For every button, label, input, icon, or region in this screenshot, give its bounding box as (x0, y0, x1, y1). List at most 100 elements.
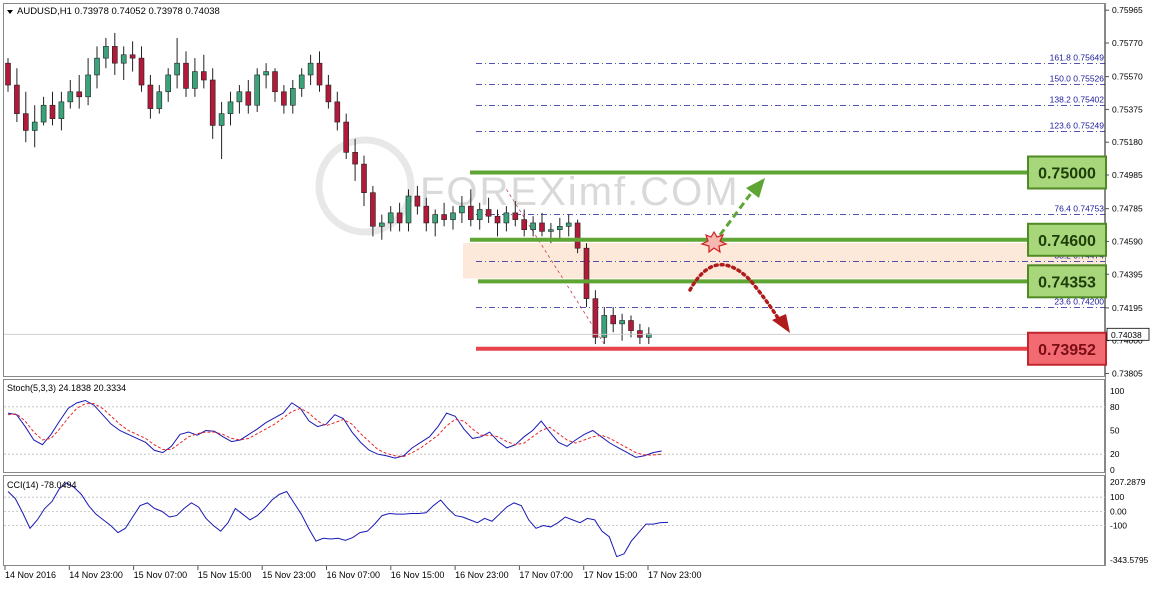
candle-body-bear (512, 212, 519, 220)
candle-body-bull (548, 229, 554, 232)
candle-body-bull (254, 74, 260, 106)
candle-body-bear (441, 214, 447, 220)
candle-body-bear (628, 320, 634, 331)
candle-body-bear (494, 215, 501, 224)
time-tick-label: 16 Nov 15:00 (391, 570, 445, 580)
price-tick-label: 0.75570 (1112, 72, 1143, 82)
candle-body-bull (85, 74, 91, 98)
candle-body-bear (245, 91, 252, 106)
candle-body-bull (450, 212, 456, 220)
candle-body-bear (334, 101, 341, 123)
candle-body-bear (592, 298, 599, 338)
candle-body-bear (272, 71, 278, 93)
candle-body-bull (405, 195, 412, 224)
fib-label: 138.2 0.75402 (1050, 95, 1105, 105)
price-tick-label: 0.75965 (1112, 5, 1143, 15)
price-tick-label: 0.74985 (1112, 170, 1143, 180)
candle-body-bull (565, 222, 572, 227)
time-tick-label: 17 Nov 23:00 (648, 570, 702, 580)
candle-body-bull (31, 121, 38, 131)
chart-header: AUDUSD,H1 0.73978 0.74052 0.73978 0.7403… (17, 6, 220, 17)
candle-body-bear (281, 91, 287, 106)
candle-body-bear (467, 205, 474, 220)
candle-body-bear (539, 222, 545, 232)
candle-body-bull (218, 113, 225, 126)
stoch-tick-label: 0 (1110, 465, 1115, 475)
time-tick-label: 16 Nov 23:00 (455, 570, 509, 580)
candle-body-bear (610, 315, 617, 325)
candle-body-bull (67, 91, 74, 103)
candle-body-bear (396, 212, 403, 224)
level-price-label: 0.74353 (1038, 274, 1096, 291)
fib-label: 123.6 0.75249 (1050, 121, 1105, 131)
candle-body-bull (192, 71, 198, 89)
time-tick-label: 15 Nov 15:00 (198, 570, 252, 580)
level-price-label: 0.74600 (1038, 233, 1096, 250)
candle-body-bear (209, 79, 216, 126)
price-tick-label: 0.75770 (1112, 38, 1143, 48)
stoch-tick-label: 100 (1110, 386, 1124, 396)
candle-body-bear (147, 84, 154, 109)
price-tick-label: 0.74395 (1112, 269, 1143, 279)
candle-body-bull (378, 222, 385, 227)
candle-body-bull (476, 209, 483, 220)
price-tick-label: 0.75375 (1112, 104, 1143, 114)
candle-body-bull (174, 62, 180, 76)
cci-tick-label: 100 (1110, 492, 1124, 502)
price-tick-label: 0.74785 (1112, 204, 1143, 214)
cci-tick-label: 0.00 (1110, 506, 1127, 516)
cci-title: CCI(14) -78.0494 (7, 480, 77, 490)
time-tick-label: 15 Nov 07:00 (134, 570, 188, 580)
candle-body-bull (556, 226, 563, 230)
candle-body-bear (22, 113, 29, 131)
candle-body-bull (530, 222, 536, 230)
candle-body-bear (76, 91, 82, 98)
stoch-title: Stoch(5,3,3) 24.1838 20.3334 (7, 383, 126, 393)
fib-label: 150.0 0.75526 (1050, 74, 1105, 84)
candle-body-bull (103, 46, 109, 59)
candle-body-bull (58, 101, 65, 119)
candle-body-bear (352, 152, 358, 165)
level-price-label: 0.73952 (1038, 342, 1096, 359)
price-tick-label: 0.73805 (1112, 368, 1143, 378)
cci-tick-label: -100 (1110, 521, 1127, 531)
watermark-text: FOREXimf.COM (420, 170, 740, 214)
candle-body-bull (503, 212, 510, 224)
stoch-tick-label: 50 (1110, 426, 1120, 436)
candle-body-bear (5, 62, 11, 86)
candle-body-bear (112, 46, 118, 64)
candle-body-bull (263, 71, 269, 76)
time-tick-label: 17 Nov 07:00 (519, 570, 573, 580)
candle-body-bull (236, 91, 243, 103)
candle-body-bull (619, 320, 625, 325)
candle-body-bear (423, 205, 430, 224)
candle-body-bear (129, 54, 136, 59)
candle-body-bear (343, 121, 350, 153)
time-tick-label: 15 Nov 23:00 (262, 570, 316, 580)
candle-body-bear (49, 104, 56, 119)
candle-body-bull (298, 74, 305, 89)
candle-body-bull (432, 214, 439, 224)
price-axis: 0.75965 0.75770 0.75570 0.75375 0.75180 0.749… (1105, 5, 1150, 378)
candle-body-bull (289, 88, 296, 106)
candle-body-bear (14, 84, 20, 114)
candle-body-bull (387, 212, 394, 224)
candle-body-bull (459, 205, 465, 214)
time-tick-label: 14 Nov 2016 (5, 570, 56, 580)
candle-body-bull (165, 74, 171, 93)
price-tick-label: 0.74590 (1112, 236, 1143, 246)
cci-tick-label: -343.5795 (1110, 555, 1149, 565)
stoch-tick-label: 80 (1110, 402, 1120, 412)
fib-label: 76.4 0.74753 (1054, 204, 1104, 214)
time-tick-label: 16 Nov 07:00 (327, 570, 381, 580)
fib-label: 161.8 0.75649 (1050, 53, 1105, 63)
candle-body-bull (156, 91, 163, 109)
candle-body-bear (361, 163, 367, 193)
candle-body-bear (574, 222, 581, 249)
candle-body-bull (307, 62, 314, 76)
candle-body-bear (485, 209, 492, 217)
candle-body-bear (138, 57, 145, 86)
candle-body-bear (325, 84, 332, 103)
candle-body-bull (227, 101, 234, 114)
candle-body-bull (40, 104, 47, 123)
